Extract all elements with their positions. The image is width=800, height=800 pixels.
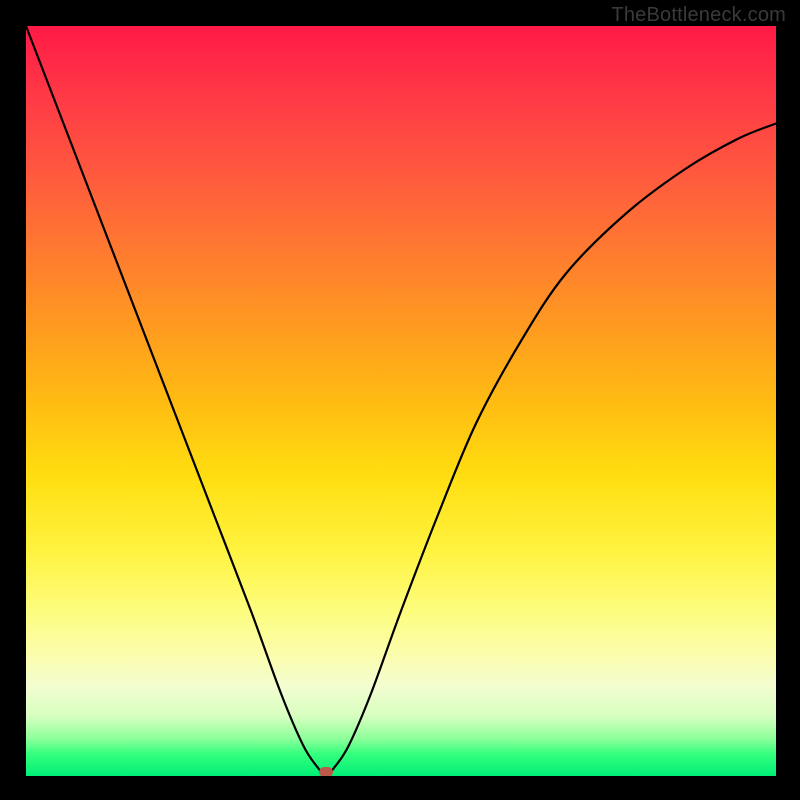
watermark-label: TheBottleneck.com (611, 4, 786, 27)
optimal-point-marker (319, 767, 333, 776)
chart-stage: TheBottleneck.com (0, 0, 800, 800)
plot-area (26, 26, 776, 776)
bottleneck-curve (26, 26, 776, 776)
bottleneck-curve-path (26, 26, 776, 776)
